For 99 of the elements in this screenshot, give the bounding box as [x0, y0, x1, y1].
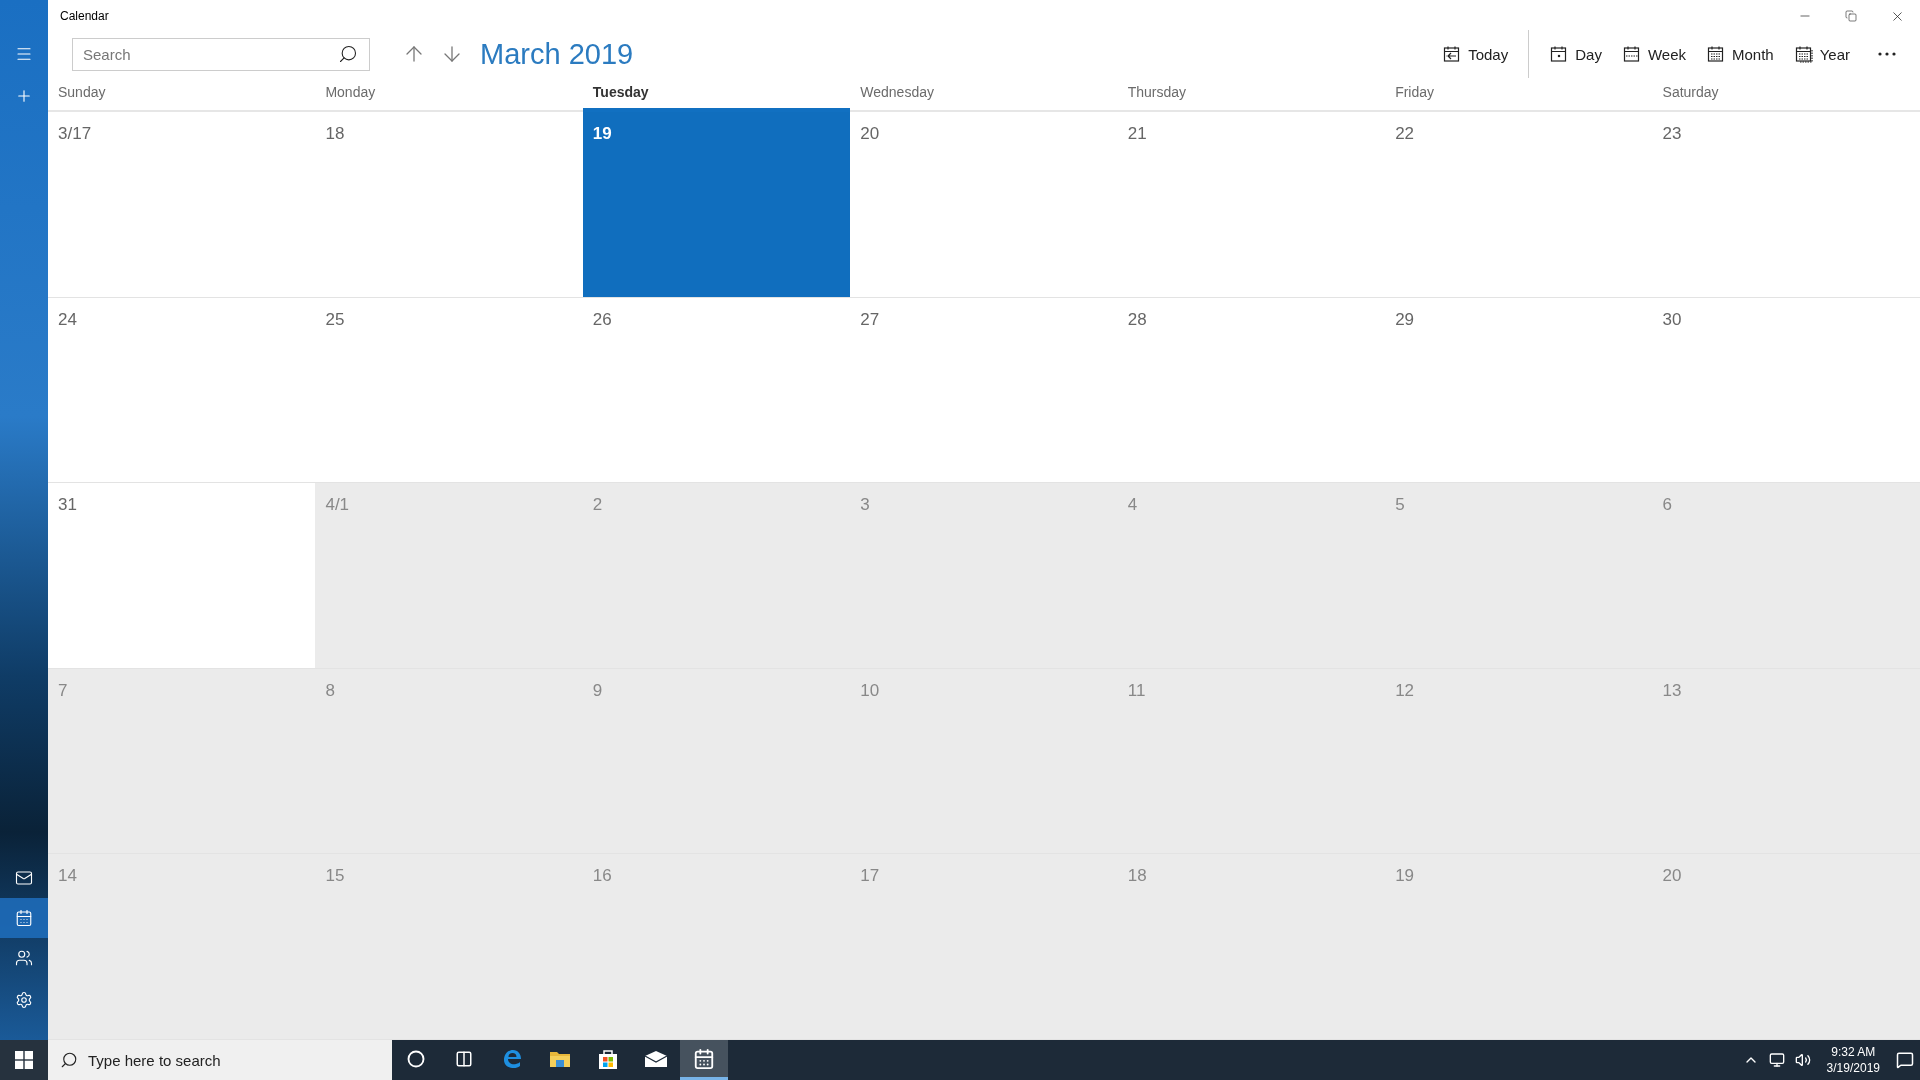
- day-number: 20: [1662, 866, 1682, 886]
- day-number: 28: [1127, 309, 1147, 329]
- day-number: 30: [1662, 309, 1682, 329]
- day-cell[interactable]: 7: [48, 668, 316, 855]
- day-number: 5: [1395, 495, 1405, 515]
- store-icon: [597, 1047, 619, 1070]
- day-cell[interactable]: 11: [1117, 668, 1386, 855]
- day-cell[interactable]: 4/1: [315, 483, 583, 669]
- day-cell[interactable]: 17: [850, 854, 1118, 1040]
- day-cell[interactable]: 18: [1117, 854, 1386, 1040]
- weekday-label: Tuesday: [592, 84, 649, 100]
- network-icon[interactable]: [1768, 1052, 1785, 1068]
- day-number: 24: [58, 309, 77, 329]
- search-icon: [338, 44, 358, 64]
- day-number: 19: [592, 124, 612, 143]
- more-icon: [1878, 52, 1896, 56]
- window-title: Calendar: [60, 9, 109, 23]
- settings-icon: [15, 991, 33, 1009]
- day-number: 6: [1662, 495, 1673, 515]
- day-cell[interactable]: 20: [1652, 854, 1920, 1040]
- weekday-label: Thursday: [1127, 84, 1187, 100]
- notifications-icon[interactable]: [1896, 1051, 1914, 1069]
- day-cell[interactable]: 2: [582, 483, 851, 669]
- clock[interactable]: 9:32 AM 3/19/2019: [1820, 1044, 1886, 1076]
- day-number: 14: [58, 866, 77, 886]
- day-number: 7: [58, 680, 68, 700]
- day-cell[interactable]: 10: [850, 668, 1118, 855]
- month-calendar-icon: [1706, 44, 1726, 64]
- day-cell[interactable]: 4: [1117, 483, 1386, 669]
- calendar-button[interactable]: [0, 898, 48, 938]
- weekday-label: Wednesday: [860, 84, 934, 100]
- day-cell[interactable]: 19: [1385, 854, 1653, 1040]
- calendar-app-button[interactable]: [680, 1040, 728, 1080]
- day-cell[interactable]: 13: [1652, 668, 1920, 855]
- day-cell[interactable]: 3: [850, 483, 1118, 669]
- envelope-icon: [15, 869, 33, 887]
- day-number: 16: [592, 866, 612, 886]
- people-icon: [15, 949, 33, 967]
- windows-logo-icon: [15, 1051, 33, 1069]
- day-cell[interactable]: 15: [315, 854, 583, 1040]
- day-number: 26: [592, 309, 612, 329]
- day-number: 15: [325, 866, 345, 886]
- view-button[interactable]: Month: [1696, 38, 1784, 70]
- day-number: 13: [1662, 680, 1682, 700]
- view-button[interactable]: Week: [1611, 38, 1696, 70]
- day-number: 17: [860, 866, 880, 886]
- day-number: 22: [1395, 124, 1415, 143]
- day-number: 18: [325, 124, 345, 143]
- search-field[interactable]: Search: [72, 37, 370, 71]
- edge-icon: [501, 1047, 523, 1070]
- volume-icon[interactable]: [1794, 1052, 1811, 1068]
- day-number: 29: [1395, 309, 1415, 329]
- day-number: 2: [592, 495, 603, 515]
- view-button[interactable]: Today: [1432, 38, 1519, 70]
- menu-icon: [15, 45, 33, 63]
- restore-icon: [1845, 10, 1857, 22]
- search-icon: [60, 1051, 78, 1069]
- day-cell[interactable]: 9: [582, 668, 851, 855]
- day-number: 4: [1127, 495, 1138, 515]
- mail-app-icon: [644, 1049, 668, 1068]
- day-cell[interactable]: 16: [582, 854, 851, 1040]
- week-calendar-icon: [1621, 44, 1642, 64]
- day-number: 9: [592, 680, 603, 700]
- cortana-icon: [407, 1049, 425, 1068]
- start-button[interactable]: [0, 1040, 48, 1080]
- day-number: 27: [860, 309, 880, 329]
- plus-icon: [15, 87, 33, 105]
- day-cell[interactable]: 14: [48, 854, 316, 1040]
- day-cell[interactable]: 6: [1652, 483, 1920, 669]
- day-number: 31: [58, 495, 77, 515]
- day-number: 3/17: [58, 124, 92, 143]
- month-title: March 2019: [480, 37, 634, 71]
- weekday-label: Friday: [1395, 84, 1435, 100]
- year-calendar-icon: [1793, 44, 1814, 64]
- calendar-app-icon: [693, 1047, 715, 1070]
- day-number: 3: [860, 495, 870, 515]
- day-number: 4/1: [325, 495, 350, 515]
- weekday-label: Sunday: [58, 84, 106, 100]
- day-number: 12: [1395, 680, 1415, 700]
- day-number: 8: [325, 680, 335, 700]
- day-cell[interactable]: 8: [315, 668, 583, 855]
- day-number: 25: [325, 309, 345, 329]
- calendar-icon: [15, 909, 33, 927]
- weekday-label: Saturday: [1662, 84, 1719, 100]
- weekday-label: Monday: [325, 84, 376, 100]
- view-button[interactable]: Year: [1783, 38, 1860, 70]
- taskbar-search-field[interactable]: Type here to search: [48, 1040, 392, 1080]
- day-number: 23: [1662, 124, 1682, 143]
- day-number: 21: [1127, 124, 1147, 143]
- day-cell[interactable]: 5: [1385, 483, 1653, 669]
- view-button[interactable]: Day: [1539, 38, 1612, 70]
- day-cell[interactable]: 19: [582, 112, 851, 298]
- task-view-icon: [455, 1049, 473, 1068]
- day-number: 10: [860, 680, 880, 700]
- day-number: 20: [860, 124, 880, 143]
- day-cell[interactable]: 12: [1385, 668, 1653, 855]
- day-number: 19: [1395, 866, 1415, 886]
- day-number: 18: [1127, 866, 1147, 886]
- day-number: 11: [1127, 680, 1146, 700]
